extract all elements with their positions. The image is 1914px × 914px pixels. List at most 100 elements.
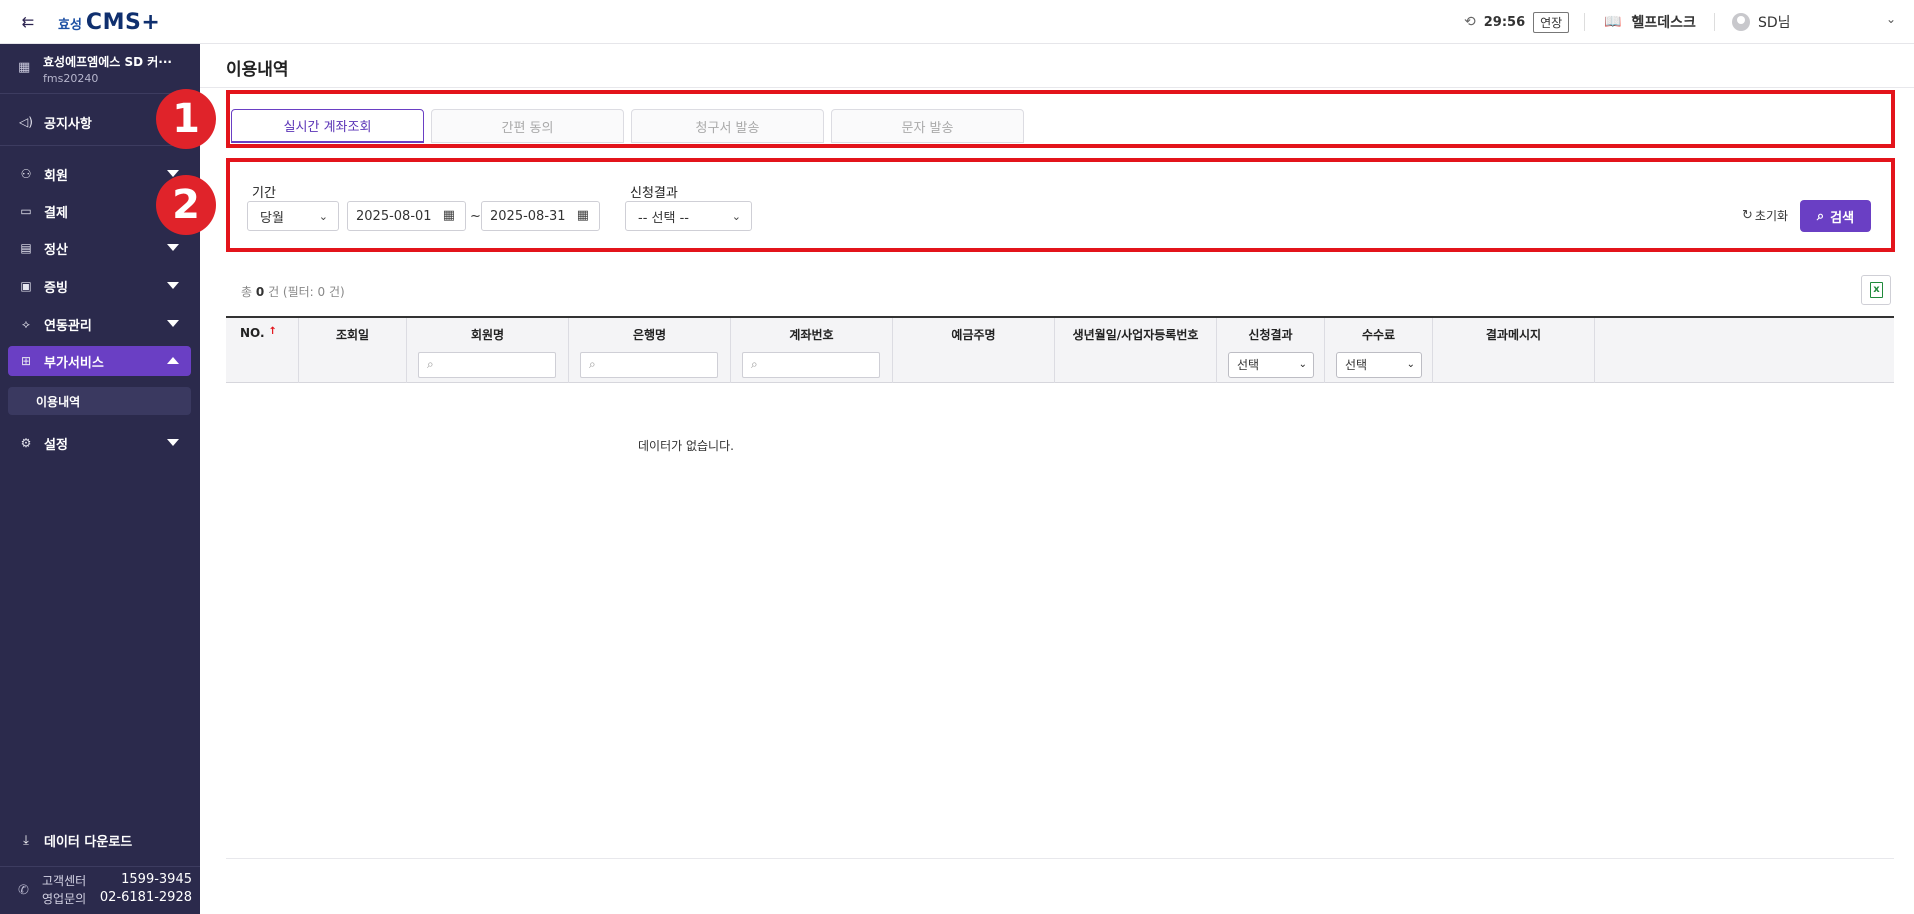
divider [1584, 13, 1585, 31]
chevron-down-icon: ⌄ [1406, 359, 1415, 370]
chevron-down-icon[interactable]: ⌄ [1886, 12, 1896, 26]
calendar-icon[interactable]: ▦ [577, 208, 589, 223]
select-value: 선택 [1237, 358, 1260, 372]
select-value: 선택 [1345, 358, 1368, 372]
logo-prefix: 효성 [58, 18, 82, 33]
search-icon: ⌕ [1816, 208, 1825, 224]
caret-down-icon [167, 282, 179, 289]
avatar [1732, 13, 1750, 31]
sidebar: ▦ 효성에프엠에스 SD 커··· fms20240 ◁) 공지사항 ⚇ 회원 … [0, 44, 200, 914]
tab-simple-consent[interactable]: 간편 동의 [431, 109, 624, 143]
result-value: -- 선택 -- [638, 210, 689, 226]
contact-info: ✆ 고객센터 1599-3945 영업문의 02-6181-2928 [0, 866, 200, 914]
tab-invoice-send[interactable]: 청구서 발송 [631, 109, 824, 143]
tab-bar: 실시간 계좌조회 간편 동의 청구서 발송 문자 발송 [231, 109, 1031, 143]
total-prefix: 총 [241, 285, 253, 299]
user-name: SD님 [1758, 15, 1791, 31]
column-header: 결과메시지 [1485, 328, 1542, 342]
calendar-icon[interactable]: ▦ [443, 208, 455, 223]
end-date-input[interactable]: 2025-08-31 ▦ [481, 201, 600, 231]
clipboard-icon: ▤ [20, 241, 32, 255]
card-icon: ▭ [20, 204, 32, 218]
column-birthdate-bizno[interactable]: 생년월일/사업자등록번호 [1055, 318, 1217, 383]
sort-ascending-icon[interactable]: ↑ [269, 326, 277, 337]
account-number-filter-input[interactable]: ⌕ [742, 352, 880, 378]
search-icon: ⌕ [751, 357, 758, 371]
sidebar-item-label: 연동관리 [44, 318, 92, 334]
sidebar-item-addon-service[interactable]: ⊞ 부가서비스 [8, 346, 191, 376]
caret-down-icon [167, 439, 179, 446]
user-menu[interactable]: SD님 [1732, 11, 1791, 33]
company-info: ▦ 효성에프엠에스 SD 커··· fms20240 [0, 44, 200, 94]
download-icon: ⤓ [23, 832, 29, 848]
data-download-link[interactable]: ⤓ 데이터 다운로드 [8, 826, 191, 854]
logo[interactable]: 효성 CMS + [58, 10, 160, 36]
column-account-number[interactable]: 계좌번호 ⌕ [731, 318, 893, 383]
sidebar-item-evidence[interactable]: ▣ 증빙 [8, 271, 191, 301]
total-suffix: 건 (필터: 0 건) [268, 285, 345, 299]
result-select[interactable]: -- 선택 -- ⌄ [625, 201, 752, 231]
sidebar-item-integration[interactable]: ⟡ 연동관리 [8, 309, 191, 339]
annotation-box-2 [226, 158, 1895, 252]
column-header: 수수료 [1361, 328, 1396, 342]
search-icon: ⌕ [427, 357, 434, 371]
sales-phone: 02-6181-2928 [99, 890, 192, 905]
column-header: 조회일 [335, 328, 370, 342]
contact-row-cs: 고객센터 1599-3945 [42, 872, 192, 889]
cs-phone: 1599-3945 [121, 872, 192, 887]
sidebar-subitem-usage-history[interactable]: 이용내역 [8, 387, 191, 415]
start-date-input[interactable]: 2025-08-01 ▦ [347, 201, 466, 231]
sidebar-item-label: 회원 [44, 168, 68, 184]
divider [200, 87, 1914, 88]
divider [0, 145, 200, 146]
divider [226, 858, 1894, 859]
link-icon: ⟡ [22, 316, 30, 331]
search-label: 검색 [1830, 210, 1855, 226]
request-result-filter-select[interactable]: 선택 ⌄ [1228, 352, 1314, 378]
contact-row-sales: 영업문의 02-6181-2928 [42, 890, 192, 907]
session-time: 29:56 [1483, 14, 1526, 30]
column-inquiry-date[interactable]: 조회일 [299, 318, 407, 383]
sidebar-item-label: 설정 [44, 437, 68, 453]
tab-sms-send[interactable]: 문자 발송 [831, 109, 1024, 143]
total-number: 0 [255, 285, 265, 299]
archive-icon: ▣ [20, 279, 32, 293]
megaphone-icon: ◁) [19, 115, 33, 129]
search-button[interactable]: ⌕ 검색 [1800, 200, 1871, 232]
excel-download-button[interactable]: x [1861, 275, 1891, 305]
period-select[interactable]: 당월 ⌄ [247, 201, 339, 231]
sidebar-item-settlement[interactable]: ▤ 정산 [8, 233, 191, 263]
sidebar-item-label: 정산 [44, 242, 68, 258]
empty-table-message: 데이터가 없습니다. [638, 439, 734, 453]
helpdesk-link[interactable]: 📖 헬프데스크 [1604, 11, 1696, 33]
column-no[interactable]: NO. ↑ [226, 318, 299, 383]
fee-filter-select[interactable]: 선택 ⌄ [1336, 352, 1422, 378]
tab-realtime-account-inquiry[interactable]: 실시간 계좌조회 [231, 109, 424, 143]
company-id: fms20240 [43, 72, 99, 85]
annotation-badge-1: 1 [156, 89, 216, 149]
column-request-result[interactable]: 신청결과 선택 ⌄ [1217, 318, 1325, 383]
collapse-sidebar-icon[interactable]: ⇇ [18, 12, 38, 32]
cs-label: 고객센터 [42, 874, 87, 888]
chevron-down-icon: ⌄ [318, 210, 328, 223]
refresh-icon: ↻ [1742, 208, 1753, 223]
session-timer: ⟲ 29:56 연장 [1464, 11, 1570, 33]
column-fee[interactable]: 수수료 선택 ⌄ [1325, 318, 1433, 383]
excel-icon: x [1870, 282, 1883, 298]
sidebar-item-label: 결제 [44, 205, 68, 221]
column-bank-name[interactable]: 은행명 ⌕ [569, 318, 731, 383]
sidebar-item-settings[interactable]: ⚙ 설정 [8, 428, 191, 458]
member-name-filter-input[interactable]: ⌕ [418, 352, 556, 378]
sidebar-subitem-label: 이용내역 [36, 394, 81, 409]
column-member-name[interactable]: 회원명 ⌕ [407, 318, 569, 383]
column-depositor-name[interactable]: 예금주명 [893, 318, 1055, 383]
column-result-message[interactable]: 결과메시지 [1433, 318, 1595, 383]
column-header: 생년월일/사업자등록번호 [1072, 328, 1199, 342]
helpdesk-label: 헬프데스크 [1631, 15, 1696, 31]
logo-main: CMS [85, 10, 142, 35]
bank-name-filter-input[interactable]: ⌕ [580, 352, 718, 378]
reset-label: 초기화 [1754, 209, 1789, 223]
reset-button[interactable]: ↻ 초기화 [1742, 207, 1788, 224]
sales-label: 영업문의 [42, 892, 87, 906]
extend-session-button[interactable]: 연장 [1533, 11, 1570, 33]
